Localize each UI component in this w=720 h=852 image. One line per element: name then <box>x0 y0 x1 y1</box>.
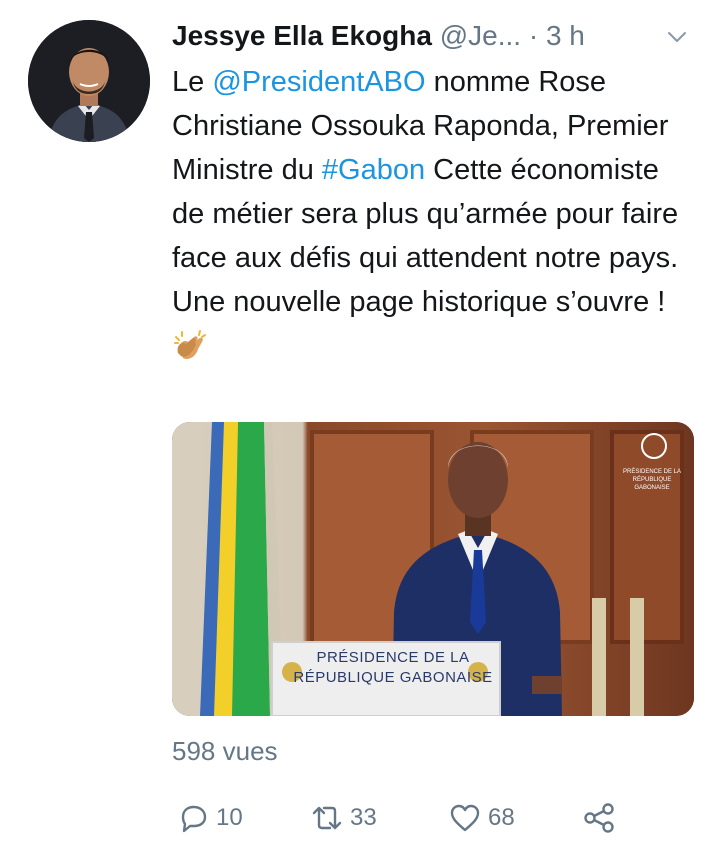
tweet-time[interactable]: · 3 h <box>529 20 585 51</box>
lectern-sign: PRÉSIDENCE DE LA RÉPUBLIQUE GABONAISE <box>290 648 496 688</box>
author-name[interactable]: Jessye Ella Ekogha <box>172 20 432 51</box>
avatar[interactable] <box>28 20 150 142</box>
like-count: 68 <box>488 804 515 831</box>
retweet-icon <box>312 806 342 830</box>
reply-button[interactable]: 10 <box>176 796 243 840</box>
clapping-hands-icon <box>174 330 206 360</box>
reply-count: 10 <box>216 804 243 831</box>
tweet-text: Le @PresidentABO nomme Rose Christiane O… <box>172 60 692 368</box>
watermark-line: RÉPUBLIQUE GABONAISE <box>632 477 672 491</box>
like-button[interactable]: 68 <box>448 796 515 840</box>
retweet-button[interactable]: 33 <box>310 796 377 840</box>
author-handle[interactable]: @Je... <box>440 20 521 51</box>
lectern-line: PRÉSIDENCE DE LA <box>316 649 470 666</box>
lectern-line: RÉPUBLIQUE GABONAISE <box>293 669 493 686</box>
hashtag-link[interactable]: #Gabon <box>322 154 425 186</box>
tweet-text-part: Le <box>172 66 213 98</box>
tweet-header: Jessye Ella Ekogha @Je... · 3 h <box>172 14 692 58</box>
view-count: 598 vues <box>172 736 278 766</box>
mention-link[interactable]: @PresidentABO <box>212 66 425 98</box>
watermark: PRÉSIDENCE DE LA RÉPUBLIQUE GABONAISE <box>616 438 688 492</box>
watermark-line: PRÉSIDENCE DE LA <box>622 469 682 475</box>
reply-icon <box>181 805 207 833</box>
share-icon <box>584 803 614 833</box>
like-icon <box>450 804 480 832</box>
tweet-actions: 10 33 68 <box>172 796 692 840</box>
share-button[interactable] <box>582 796 622 840</box>
chevron-down-icon[interactable] <box>666 26 688 48</box>
retweet-count: 33 <box>350 804 377 831</box>
tweet-video[interactable]: PRÉSIDENCE DE LA RÉPUBLIQUE GABONAISE PR… <box>172 422 694 716</box>
